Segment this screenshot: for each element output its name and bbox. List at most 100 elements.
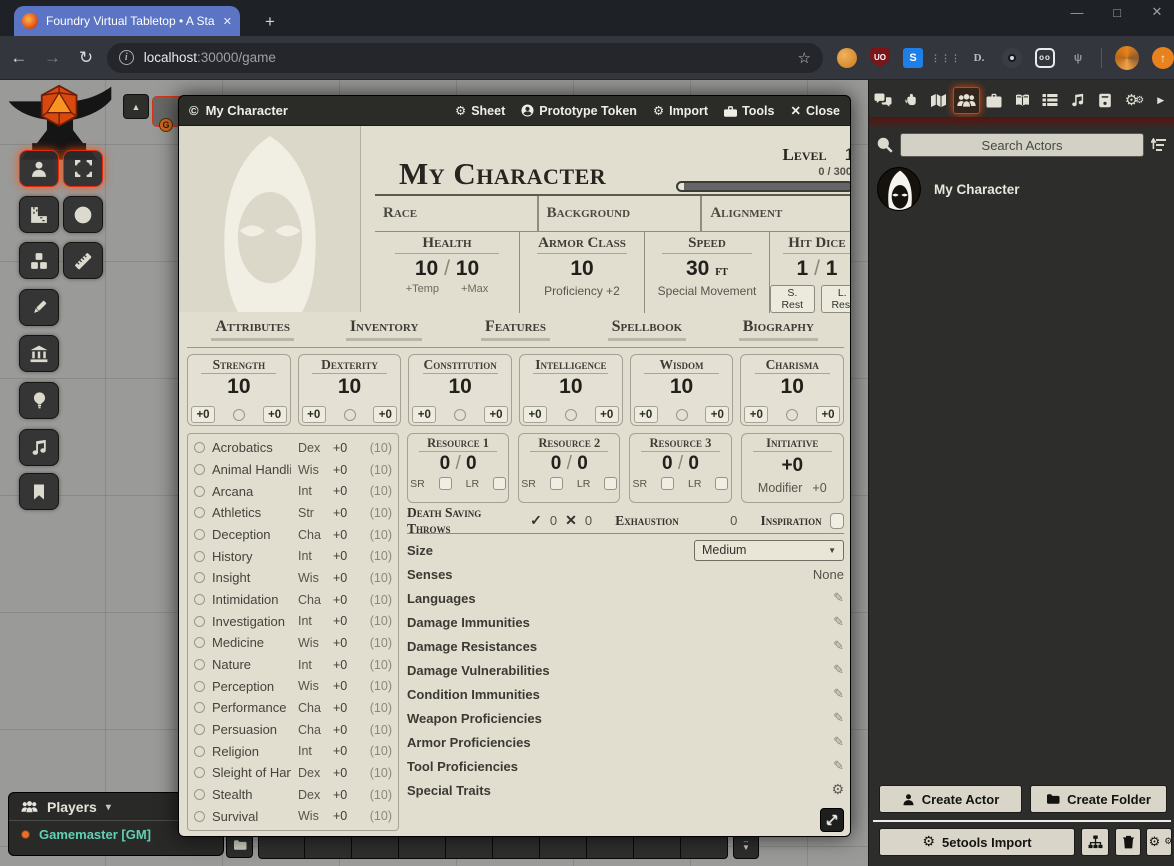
skill-row[interactable]: Perception Wis +0 (10)	[194, 675, 392, 697]
ability-score[interactable]: 10	[741, 375, 843, 399]
skill-proficiency-radio[interactable]	[194, 702, 205, 713]
hp-current[interactable]: 10	[415, 257, 438, 280]
ability-score[interactable]: 10	[520, 375, 622, 399]
tab-items[interactable]	[981, 87, 1008, 114]
sheet-tab[interactable]: Spellbook	[581, 318, 712, 347]
sound-controls-button[interactable]	[19, 429, 59, 466]
skill-proficiency-radio[interactable]	[194, 724, 205, 735]
ability-name[interactable]: Strength	[188, 357, 290, 374]
skill-name[interactable]: Animal Handling	[212, 462, 291, 477]
proficiency-radio[interactable]	[786, 409, 798, 421]
tile-controls-button[interactable]	[19, 242, 59, 279]
tab-close-icon[interactable]: ✕	[223, 15, 232, 28]
sheet-close-button[interactable]: ✕ Close	[790, 103, 840, 118]
resource-current[interactable]: 0	[662, 453, 673, 474]
search-actors-input[interactable]	[900, 133, 1144, 157]
speed-value[interactable]: 30	[686, 257, 709, 280]
proficiency-radio[interactable]	[454, 409, 466, 421]
ability-name[interactable]: Charisma	[741, 357, 843, 374]
tab-tables[interactable]	[1036, 87, 1063, 114]
edit-icon[interactable]: ✎	[833, 734, 844, 750]
tab-scenes[interactable]	[925, 87, 952, 114]
resource-current[interactable]: 0	[551, 453, 562, 474]
window-minimize-button[interactable]: —	[1070, 5, 1084, 20]
resource-max[interactable]: 0	[688, 453, 699, 474]
import-button[interactable]: ⚙ Import	[653, 103, 708, 118]
health-stat[interactable]: Health 10 / 10 +Temp+Max	[375, 232, 520, 313]
update-icon[interactable]: ↑	[1152, 47, 1174, 69]
xp-value[interactable]: 0 / 300	[664, 166, 851, 178]
proficiency-radio[interactable]	[676, 409, 688, 421]
s-extension-icon[interactable]: S	[903, 48, 923, 68]
proficiency-radio[interactable]	[344, 409, 356, 421]
inspiration-checkbox[interactable]	[830, 513, 844, 529]
skill-name[interactable]: Religion	[212, 744, 291, 759]
proficiency-radio[interactable]	[233, 409, 245, 421]
ability-score[interactable]: 10	[631, 375, 733, 399]
skill-name[interactable]: Performance	[212, 700, 291, 715]
initiative-value[interactable]: +0	[742, 455, 843, 477]
edit-icon[interactable]: ✎	[833, 590, 844, 606]
lighting-controls-button[interactable]	[19, 382, 59, 419]
lr-checkbox[interactable]	[715, 477, 728, 490]
skill-proficiency-radio[interactable]	[194, 659, 205, 670]
window-close-button[interactable]: ✕	[1150, 4, 1164, 20]
skill-proficiency-radio[interactable]	[194, 486, 205, 497]
5etools-import-button[interactable]: ⚙ 5etools Import	[879, 828, 1075, 856]
skill-name[interactable]: Investigation	[212, 614, 291, 629]
browser-tab[interactable]: Foundry Virtual Tabletop • A Stan ✕	[14, 6, 240, 36]
lr-checkbox[interactable]	[604, 477, 617, 490]
sheet-tab[interactable]: Biography	[713, 318, 844, 347]
sheet-tab[interactable]: Attributes	[187, 318, 318, 347]
initiative-mod-value[interactable]: +0	[812, 481, 826, 495]
skill-proficiency-radio[interactable]	[194, 572, 205, 583]
hp-tempmax-label[interactable]: +Max	[461, 283, 488, 295]
edit-icon[interactable]: ✎	[833, 686, 844, 702]
skill-proficiency-radio[interactable]	[194, 442, 205, 453]
drawing-controls-button[interactable]	[19, 289, 59, 326]
hd-max[interactable]: 1	[826, 257, 838, 280]
skill-row[interactable]: Survival Wis +0 (10)	[194, 805, 392, 827]
skill-proficiency-radio[interactable]	[194, 594, 205, 605]
configure-settings-button[interactable]: ⚙⚙	[1146, 828, 1172, 856]
skill-row[interactable]: Nature Int +0 (10)	[194, 654, 392, 676]
ability-name[interactable]: Wisdom	[631, 357, 733, 374]
death-success-icon[interactable]: ✓	[530, 512, 542, 529]
ability-score[interactable]: 10	[188, 375, 290, 399]
skill-proficiency-radio[interactable]	[194, 551, 205, 562]
skill-name[interactable]: Medicine	[212, 635, 291, 650]
skill-row[interactable]: Religion Int +0 (10)	[194, 740, 392, 762]
character-portrait[interactable]	[179, 126, 361, 312]
reload-button[interactable]: ↻	[71, 43, 101, 73]
hit-dice-stat[interactable]: Hit Dice 1 / 1 S. Rest L. Rest	[770, 232, 851, 313]
skill-row[interactable]: Sleight of Hand Dex +0 (10)	[194, 762, 392, 784]
short-rest-button[interactable]: S. Rest	[770, 285, 815, 313]
create-folder-button[interactable]: Create Folder	[1030, 785, 1167, 813]
skill-row[interactable]: Arcana Int +0 (10)	[194, 480, 392, 502]
forward-button[interactable]: →	[38, 43, 68, 73]
cookie-extension-icon[interactable]	[837, 48, 857, 68]
ability-check-mod[interactable]: +0	[816, 406, 840, 423]
skill-name[interactable]: Insight	[212, 570, 291, 585]
tab-actors[interactable]	[953, 87, 980, 114]
tab-chat[interactable]	[870, 87, 897, 114]
ability-save-mod[interactable]: +0	[191, 406, 215, 423]
ruler-tool-button[interactable]	[63, 242, 103, 279]
d-extension-icon[interactable]: D.	[969, 48, 989, 68]
ability-save-mod[interactable]: +0	[634, 406, 658, 423]
skill-row[interactable]: Athletics Str +0 (10)	[194, 502, 392, 524]
ability-check-mod[interactable]: +0	[595, 406, 619, 423]
long-rest-button[interactable]: L. Rest	[821, 285, 851, 313]
bio-field[interactable]: Background	[537, 196, 701, 231]
create-actor-button[interactable]: Create Actor	[879, 785, 1022, 813]
resource-max[interactable]: 0	[577, 453, 588, 474]
edit-icon[interactable]: ✎	[833, 710, 844, 726]
armor-class-stat[interactable]: Armor Class 10 Proficiency +2	[520, 232, 645, 313]
character-name[interactable]: My Character	[399, 156, 664, 192]
skill-proficiency-radio[interactable]	[194, 681, 205, 692]
hp-max[interactable]: 10	[456, 257, 479, 280]
sr-checkbox[interactable]	[661, 477, 674, 490]
death-failure-icon[interactable]: ✕	[565, 512, 577, 529]
skill-row[interactable]: Insight Wis +0 (10)	[194, 567, 392, 589]
size-select[interactable]: Medium ▼	[694, 540, 844, 561]
